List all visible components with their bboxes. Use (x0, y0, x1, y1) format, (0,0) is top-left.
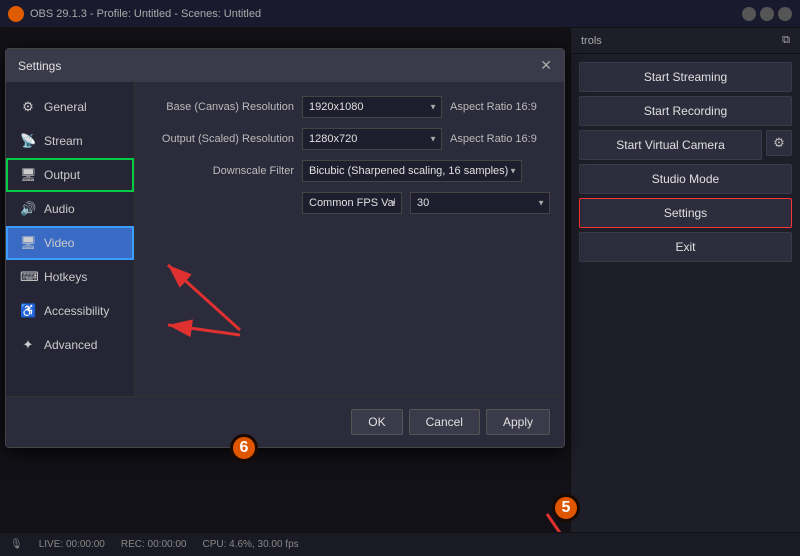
output-resolution-select[interactable]: 1280x720 (302, 128, 442, 150)
downscale-select[interactable]: Bicubic (Sharpened scaling, 16 samples) (302, 160, 522, 182)
settings-nav-accessibility[interactable]: ♿ Accessibility (6, 294, 134, 328)
hotkeys-icon: ⌨ (20, 269, 36, 285)
obs-main: Settings ✕ ⚙ General 📡 (0, 28, 800, 556)
settings-nav-advanced[interactable]: ✦ Advanced (6, 328, 134, 362)
settings-body: ⚙ General 📡 Stream 🖥 Output (6, 82, 564, 396)
exit-button[interactable]: Exit (579, 232, 792, 262)
general-icon: ⚙ (20, 99, 36, 115)
audio-icon: 🔊 (20, 201, 36, 217)
ok-button[interactable]: OK (351, 409, 402, 435)
settings-nav-label-video: Video (44, 236, 74, 250)
studio-mode-button[interactable]: Studio Mode (579, 164, 792, 194)
settings-content-area: Base (Canvas) Resolution 1920x1080 Aspec… (135, 82, 564, 396)
output-aspect-label: Aspect Ratio 16:9 (450, 133, 537, 145)
start-virtual-camera-button[interactable]: Start Virtual Camera (579, 130, 762, 160)
obs-left-area: Settings ✕ ⚙ General 📡 (0, 28, 570, 532)
video-icon: 🖥 (20, 235, 36, 251)
settings-nav-label-general: General (44, 100, 87, 114)
advanced-icon: ✦ (20, 337, 36, 353)
downscale-wrapper: Bicubic (Sharpened scaling, 16 samples) (302, 160, 522, 182)
output-icon: 🖥 (20, 167, 36, 183)
rec-status: REC: 00:00:00 (121, 539, 187, 550)
mic-icon: 🎙 (10, 539, 23, 550)
output-resolution-label: Output (Scaled) Resolution (149, 133, 294, 145)
close-window-button[interactable] (778, 7, 792, 21)
base-resolution-select[interactable]: 1920x1080 (302, 96, 442, 118)
base-aspect-label: Aspect Ratio 16:9 (450, 101, 537, 113)
downscale-filter-row: Downscale Filter Bicubic (Sharpened scal… (149, 160, 550, 182)
fps-value-wrapper: 30 (410, 192, 550, 214)
base-resolution-label: Base (Canvas) Resolution (149, 101, 294, 113)
cancel-button[interactable]: Cancel (409, 409, 480, 435)
settings-dialog-title: Settings (18, 59, 61, 73)
obs-icon (8, 6, 24, 22)
obs-content: Settings ✕ ⚙ General 📡 (0, 28, 800, 532)
settings-nav-output[interactable]: 🖥 Output (6, 158, 134, 192)
controls-panel: trols ⧉ Start Streaming Start Recording … (570, 28, 800, 532)
dialog-footer: OK Cancel Apply (6, 396, 564, 447)
annotation-badge-5: 5 (642, 414, 670, 442)
output-resolution-wrapper: 1280x720 (302, 128, 442, 150)
stream-icon: 📡 (20, 133, 36, 149)
settings-nav-stream[interactable]: 📡 Stream (6, 124, 134, 158)
controls-title: trols (581, 35, 602, 47)
fps-type-wrapper: Common FPS Values (302, 192, 402, 214)
settings-titlebar: Settings ✕ (6, 49, 564, 82)
cpu-status: CPU: 4.6%, 30.00 fps (202, 539, 298, 550)
base-resolution-wrapper: 1920x1080 (302, 96, 442, 118)
virtual-camera-gear-icon[interactable]: ⚙ (766, 130, 792, 156)
controls-icon: ⧉ (782, 34, 790, 47)
settings-sidebar: ⚙ General 📡 Stream 🖥 Output (6, 82, 135, 396)
output-resolution-row: Output (Scaled) Resolution 1280x720 Aspe… (149, 128, 550, 150)
base-resolution-row: Base (Canvas) Resolution 1920x1080 Aspec… (149, 96, 550, 118)
controls-buttons: Start Streaming Start Recording Start Vi… (571, 54, 800, 270)
virtual-camera-row: Start Virtual Camera ⚙ (579, 130, 792, 160)
annotation-area: 5 (571, 270, 800, 532)
settings-nav-label-output: Output (44, 168, 80, 182)
settings-nav-audio[interactable]: 🔊 Audio (6, 192, 134, 226)
settings-close-button[interactable]: ✕ (540, 57, 552, 74)
status-bar: 🎙 LIVE: 00:00:00 REC: 00:00:00 CPU: 4.6%… (0, 532, 800, 556)
settings-nav-hotkeys[interactable]: ⌨ Hotkeys (6, 260, 134, 294)
live-status: LIVE: 00:00:00 (39, 539, 105, 550)
title-bar: OBS 29.1.3 - Profile: Untitled - Scenes:… (0, 0, 800, 28)
settings-overlay: Settings ✕ ⚙ General 📡 (0, 28, 570, 532)
downscale-label: Downscale Filter (149, 165, 294, 177)
apply-button[interactable]: Apply (486, 409, 550, 435)
settings-nav-label-advanced: Advanced (44, 338, 97, 352)
start-recording-button[interactable]: Start Recording (579, 96, 792, 126)
start-streaming-button[interactable]: Start Streaming (579, 62, 792, 92)
settings-nav-label-hotkeys: Hotkeys (44, 270, 87, 284)
fps-row: Common FPS Values 30 (149, 192, 550, 214)
settings-dialog: Settings ✕ ⚙ General 📡 (5, 48, 565, 448)
maximize-button[interactable] (760, 7, 774, 21)
fps-type-select[interactable]: Common FPS Values (302, 192, 402, 214)
window-controls (742, 7, 792, 21)
settings-nav-label-accessibility: Accessibility (44, 304, 109, 318)
settings-nav-general[interactable]: ⚙ General (6, 90, 134, 124)
settings-nav-label-audio: Audio (44, 202, 75, 216)
fps-value-select[interactable]: 30 (410, 192, 550, 214)
minimize-button[interactable] (742, 7, 756, 21)
settings-button[interactable]: Settings (579, 198, 792, 228)
settings-nav-label-stream: Stream (44, 134, 83, 148)
settings-nav-video[interactable]: 🖥 Video (6, 226, 134, 260)
controls-header: trols ⧉ (571, 28, 800, 54)
window-title: OBS 29.1.3 - Profile: Untitled - Scenes:… (30, 8, 742, 20)
accessibility-icon: ♿ (20, 303, 36, 319)
